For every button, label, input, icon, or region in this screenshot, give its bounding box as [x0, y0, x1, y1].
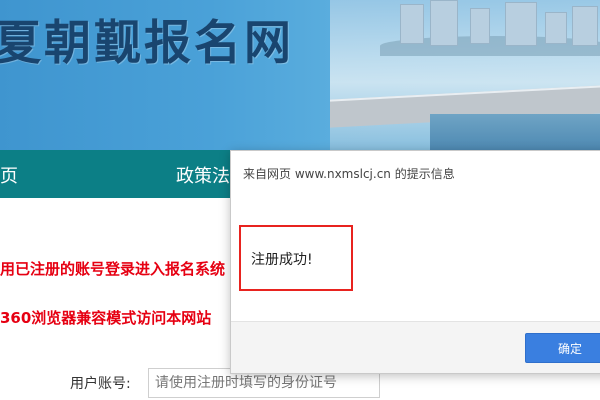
site-title: 夏朝觐报名网: [0, 16, 294, 71]
nav-item-policy[interactable]: 政策法: [176, 162, 230, 188]
site-banner: 夏朝觐报名网: [0, 0, 600, 150]
ok-button[interactable]: 确定: [525, 333, 600, 363]
dialog-message: 注册成功!: [251, 252, 313, 268]
alert-dialog: 来自网页 www.nxmslcj.cn 的提示信息 注册成功! 确定: [230, 150, 600, 374]
dialog-title: 来自网页 www.nxmslcj.cn 的提示信息: [243, 167, 455, 181]
banner-river: [430, 114, 600, 150]
dialog-header: 来自网页 www.nxmslcj.cn 的提示信息: [231, 151, 600, 199]
banner-building: [400, 4, 424, 44]
account-label: 用户账号:: [70, 376, 131, 392]
login-notice: 用已注册的账号登录进入报名系统: [0, 260, 226, 278]
banner-building: [430, 0, 458, 46]
nav-item-home[interactable]: 页: [0, 162, 18, 188]
banner-building: [470, 8, 490, 44]
banner-building: [572, 6, 598, 46]
banner-building: [545, 12, 567, 44]
banner-building: [505, 2, 537, 46]
browser-notice: 360浏览器兼容模式访问本网站: [0, 309, 212, 327]
